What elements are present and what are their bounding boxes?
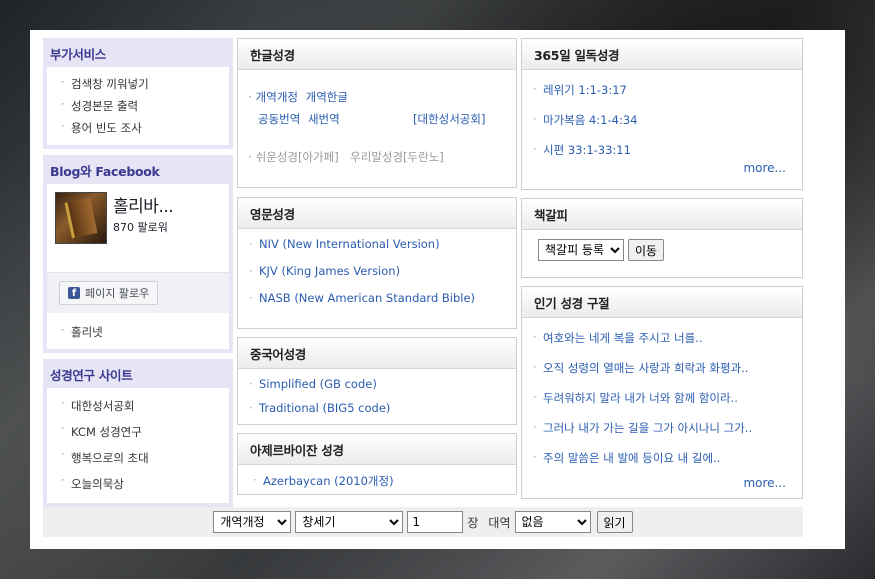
- chinese-bible-list: Simplified (GB code) Traditional (BIG5 c…: [238, 369, 516, 423]
- left-sidebar: 부가서비스 검색창 끼워넣기 성경본문 출력 용어 빈도 조사 Blog와 Fa…: [43, 38, 233, 513]
- korean-version-link[interactable]: 개역개정: [256, 90, 298, 104]
- popular-verses-more-link[interactable]: more...: [743, 476, 786, 490]
- chapter-label: 장: [467, 515, 479, 530]
- english-bible-list: NIV (New International Version) KJV (Kin…: [238, 229, 516, 313]
- study-site-link[interactable]: 대한성서공회: [55, 394, 221, 419]
- korean-version-link[interactable]: 공동번역: [258, 112, 300, 126]
- chinese-bible-panel: 중국어성경 Simplified (GB code) Traditional (…: [237, 337, 517, 425]
- extra-service-link[interactable]: 용어 빈도 조사: [55, 117, 221, 139]
- popular-verse-link[interactable]: 주의 말씀은 내 발에 등이요 내 길에..: [532, 450, 792, 466]
- bookmark-title: 책갈피: [522, 199, 802, 230]
- korean-bible-panel: 한글성경 · 개역개정 개역한글 공동번역 새번역 [대한성서공회] · 쉬운성…: [237, 38, 517, 188]
- azerbaijani-bible-list: Azerbaycan (2010개정): [238, 465, 516, 497]
- study-site-link[interactable]: KCM 성경연구: [55, 419, 221, 445]
- chinese-version-link[interactable]: Traditional (BIG5 code): [248, 401, 506, 415]
- web-page: 부가서비스 검색창 끼워넣기 성경본문 출력 용어 빈도 조사 Blog와 Fa…: [30, 30, 845, 549]
- facebook-page-profile: 홀리바... 870 팔로워: [55, 192, 221, 272]
- popular-verses-panel: 인기 성경 구절 여호와는 네게 복을 주시고 너를.. 오직 성령의 열매는 …: [521, 286, 803, 499]
- popular-verse-link[interactable]: 여호와는 네게 복을 주시고 너를..: [532, 330, 792, 360]
- reading-plan-more-link[interactable]: more...: [743, 161, 786, 175]
- facebook-follower-count: 870 팔로워: [113, 221, 168, 234]
- korean-bible-row: · 쉬운성경[아가페] 우리말성경[두란노]: [248, 150, 444, 164]
- reading-plan-link[interactable]: 시편 33:1-33:11: [532, 142, 792, 158]
- chinese-bible-title: 중국어성경: [238, 338, 516, 369]
- social-box: Blog와 Facebook 홀리바... 870 팔로워 f 페이지 팔로우: [43, 155, 233, 353]
- english-version-link[interactable]: NASB (New American Standard Bible): [248, 291, 506, 305]
- social-link[interactable]: 홀리넷: [55, 321, 221, 343]
- book-select[interactable]: 창세기: [295, 511, 404, 533]
- korean-bible-title: 한글성경: [238, 39, 516, 70]
- azerbaijani-version-link[interactable]: Azerbaycan (2010개정): [252, 473, 506, 489]
- reading-plan-list: 레위기 1:1-3:17 마가복음 4:1-4:34 시편 33:1-33:11: [522, 70, 802, 166]
- study-sites-box: 성경연구 사이트 대한성서공회 KCM 성경연구 행복으로의 초대 오늘의묵상: [43, 359, 233, 507]
- reading-plan-link[interactable]: 마가복음 4:1-4:34: [532, 112, 792, 142]
- english-version-link[interactable]: KJV (King James Version): [248, 264, 506, 291]
- extra-services-box: 부가서비스 검색창 끼워넣기 성경본문 출력 용어 빈도 조사: [43, 38, 233, 149]
- azerbaijani-bible-panel: 아제르바이잔 성경 Azerbaycan (2010개정): [237, 433, 517, 495]
- extra-service-link[interactable]: 검색창 끼워넣기: [55, 73, 221, 95]
- popular-verse-link[interactable]: 두려워하지 말라 내가 너와 함께 함이라..: [532, 390, 792, 420]
- read-button[interactable]: 읽기: [596, 511, 633, 533]
- korean-bible-row: · 개역개정 개역한글: [248, 90, 348, 104]
- korean-version-link[interactable]: 새번역: [308, 112, 340, 126]
- korean-version-link[interactable]: 개역한글: [306, 90, 348, 104]
- english-bible-title: 영문성경: [238, 198, 516, 229]
- korean-bible-row: 공동번역 새번역 [대한성서공회]: [248, 108, 506, 130]
- study-site-link[interactable]: 오늘의묵상: [55, 471, 221, 497]
- facebook-page-name[interactable]: 홀리바...: [113, 192, 174, 217]
- popular-verses-list: 여호와는 네게 복을 주시고 너를.. 오직 성령의 열매는 사랑과 희락과 화…: [522, 318, 802, 474]
- study-sites-title: 성경연구 사이트: [50, 368, 133, 383]
- extra-services-title: 부가서비스: [50, 47, 107, 62]
- reading-plan-link[interactable]: 레위기 1:1-3:17: [532, 82, 792, 112]
- publisher-label[interactable]: [대한성서공회]: [413, 108, 485, 130]
- korean-version-link[interactable]: 우리말성경[두란노]: [350, 150, 444, 164]
- facebook-page-avatar[interactable]: [55, 192, 107, 244]
- facebook-follow-button[interactable]: f 페이지 팔로우: [59, 281, 159, 305]
- azerbaijani-bible-title: 아제르바이잔 성경: [238, 434, 516, 465]
- popular-verse-link[interactable]: 그러나 내가 가는 길을 그가 아시나니 그가..: [532, 420, 792, 450]
- bible-navigation-bar: 개역개정 창세기 장 대역 없음 읽기: [43, 507, 803, 537]
- bookmark-panel: 책갈피 책갈피 등록 이동: [521, 198, 803, 278]
- bookmark-select[interactable]: 책갈피 등록: [538, 239, 624, 261]
- english-version-link[interactable]: NIV (New International Version): [248, 237, 506, 264]
- extra-services-list: 검색창 끼워넣기 성경본문 출력 용어 빈도 조사: [55, 73, 221, 139]
- extra-service-link[interactable]: 성경본문 출력: [55, 95, 221, 117]
- chapter-input[interactable]: [407, 511, 464, 533]
- korean-version-link[interactable]: 쉬운성경[아가페]: [256, 150, 339, 164]
- social-list: 홀리넷: [55, 313, 221, 343]
- bookmark-go-button[interactable]: 이동: [628, 239, 665, 261]
- reading-plan-panel: 365일 일독성경 레위기 1:1-3:17 마가복음 4:1-4:34 시편 …: [521, 38, 803, 190]
- facebook-action-bar: f 페이지 팔로우: [47, 272, 229, 313]
- version-select[interactable]: 개역개정: [213, 511, 292, 533]
- chinese-version-link[interactable]: Simplified (GB code): [248, 377, 506, 401]
- parallel-label: 대역: [488, 515, 511, 530]
- study-sites-list: 대한성서공회 KCM 성경연구 행복으로의 초대 오늘의묵상: [55, 394, 221, 497]
- popular-verses-title: 인기 성경 구절: [522, 287, 802, 318]
- english-bible-panel: 영문성경 NIV (New International Version) KJV…: [237, 197, 517, 329]
- reading-plan-title: 365일 일독성경: [522, 39, 802, 70]
- popular-verse-link[interactable]: 오직 성령의 열매는 사랑과 희락과 화평과..: [532, 360, 792, 390]
- facebook-icon: f: [68, 287, 80, 299]
- study-site-link[interactable]: 행복으로의 초대: [55, 445, 221, 471]
- follow-label: 페이지 팔로우: [85, 287, 150, 300]
- parallel-select[interactable]: 없음: [514, 511, 591, 533]
- social-title: Blog와 Facebook: [50, 164, 160, 179]
